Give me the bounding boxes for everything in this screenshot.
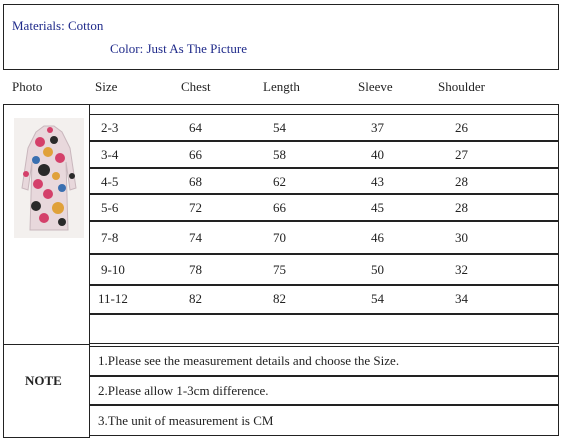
- cell-length: 58: [273, 147, 286, 162]
- cell-length: 54: [273, 120, 286, 135]
- cell-shoulder: 27: [455, 147, 468, 162]
- cell-sleeve: 43: [371, 174, 384, 189]
- table-row: [89, 168, 559, 194]
- col-length: Length: [263, 79, 300, 94]
- cell-size: 11-12: [98, 291, 128, 306]
- cell-shoulder: 32: [455, 262, 468, 277]
- table-row: [89, 194, 559, 221]
- cell-size: 3-4: [101, 147, 119, 162]
- header-box: [3, 4, 559, 70]
- table-row-empty: [89, 314, 559, 344]
- cell-sleeve: 45: [371, 200, 384, 215]
- table-row: [89, 285, 559, 314]
- cell-size: 9-10: [101, 262, 125, 277]
- cell-shoulder: 28: [455, 200, 468, 215]
- table-row: [89, 114, 559, 141]
- cell-chest: 72: [189, 200, 202, 215]
- cell-chest: 82: [189, 291, 202, 306]
- cell-shoulder: 26: [455, 120, 468, 135]
- cell-sleeve: 37: [371, 120, 384, 135]
- cell-sleeve: 50: [371, 262, 384, 277]
- cell-length: 66: [273, 200, 286, 215]
- cell-length: 75: [273, 262, 286, 277]
- cell-shoulder: 34: [455, 291, 468, 306]
- table-row: [89, 221, 559, 254]
- cell-chest: 78: [189, 262, 202, 277]
- cell-length: 82: [273, 291, 286, 306]
- cell-shoulder: 30: [455, 230, 468, 245]
- col-chest: Chest: [181, 79, 211, 94]
- col-shoulder: Shoulder: [438, 79, 485, 94]
- materials-text: Materials: Cotton: [12, 18, 104, 33]
- col-photo: Photo: [12, 79, 43, 94]
- cell-sleeve: 40: [371, 147, 384, 162]
- cell-length: 70: [273, 230, 286, 245]
- table-left-line: [3, 104, 4, 344]
- col-size: Size: [95, 79, 118, 94]
- table-row: [89, 254, 559, 285]
- cell-length: 62: [273, 174, 286, 189]
- cell-chest: 74: [189, 230, 202, 245]
- note-label-box: [3, 344, 90, 438]
- cell-chest: 64: [189, 120, 202, 135]
- col-sleeve: Sleeve: [358, 79, 393, 94]
- floral-coat-image: [14, 118, 84, 238]
- cell-chest: 66: [189, 147, 202, 162]
- table-top-line: [3, 104, 559, 105]
- note-label: NOTE: [25, 373, 62, 388]
- note-item-1: 1.Please see the measurement details and…: [98, 353, 400, 368]
- cell-sleeve: 54: [371, 291, 384, 306]
- cell-size: 5-6: [101, 200, 119, 215]
- color-text: Color: Just As The Picture: [110, 41, 247, 56]
- note-item-3: 3.The unit of measurement is CM: [98, 413, 274, 428]
- table-row: [89, 141, 559, 168]
- cell-size: 2-3: [101, 120, 119, 135]
- cell-size: 7-8: [101, 230, 119, 245]
- cell-sleeve: 46: [371, 230, 384, 245]
- cell-size: 4-5: [101, 174, 119, 189]
- cell-shoulder: 28: [455, 174, 468, 189]
- cell-chest: 68: [189, 174, 202, 189]
- note-item-2: 2.Please allow 1-3cm difference.: [98, 383, 269, 398]
